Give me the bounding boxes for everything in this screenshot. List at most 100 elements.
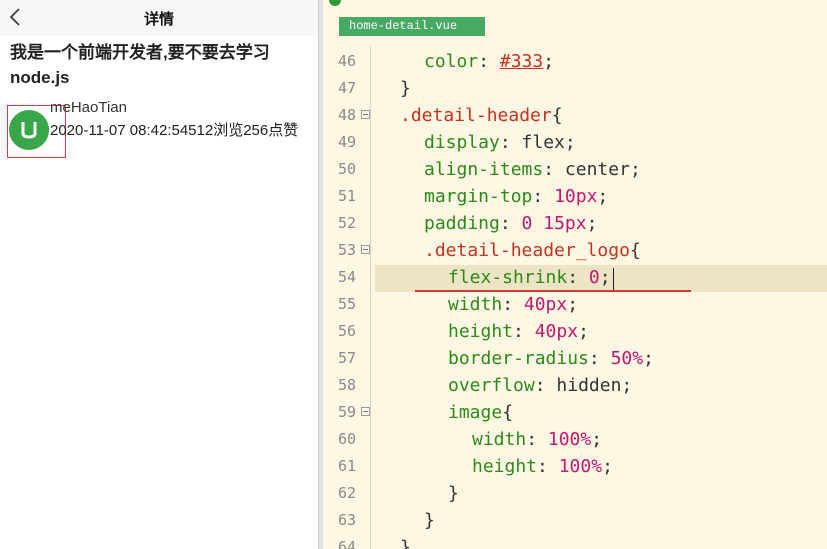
code-token: ; [602, 456, 613, 477]
code-token: width [448, 294, 503, 315]
code-text[interactable]: } [424, 507, 435, 534]
code-text[interactable]: } [400, 75, 411, 102]
code-token: ; [564, 132, 576, 153]
line-number: 55 [337, 295, 356, 313]
code-line[interactable]: 64} [323, 534, 827, 549]
code-editor[interactable]: home-detail.vue 46 color: #333; 47} 48 .deta… [323, 0, 827, 549]
fold-toggle-icon[interactable] [361, 110, 370, 119]
line-number: 58 [337, 376, 356, 394]
code-token: : [502, 294, 524, 315]
code-text[interactable]: align-items: center; [424, 156, 641, 183]
code-token: : [567, 267, 589, 288]
code-token: : [543, 159, 565, 180]
code-token: : [537, 456, 559, 477]
code-text[interactable]: } [448, 480, 459, 507]
code-token: : [513, 321, 535, 342]
code-text[interactable]: height: 100%; [472, 453, 613, 480]
code-token: : [478, 51, 500, 72]
code-line[interactable]: 60 width: 100%; [323, 426, 827, 453]
code-line[interactable]: 57 border-radius: 50%; [323, 345, 827, 372]
code-token: flex-shrink [448, 267, 568, 288]
code-token: color [424, 51, 479, 72]
code-line[interactable]: 49 display: flex; [323, 129, 827, 156]
code-line[interactable]: 62} [323, 480, 827, 507]
code-line[interactable]: 58 overflow: hidden; [323, 372, 827, 399]
code-token: flex [521, 132, 565, 153]
code-token: ; [629, 159, 641, 180]
code-token: } [424, 510, 435, 531]
code-token: { [551, 105, 563, 126]
code-text[interactable]: } [400, 534, 411, 549]
code-text[interactable]: .detail-header_logo{ [424, 237, 641, 264]
code-token: center [564, 159, 630, 180]
code-text[interactable]: border-radius: 50%; [448, 345, 654, 372]
code-token: display [424, 132, 500, 153]
code-text[interactable]: image{ [448, 399, 513, 426]
line-number: 50 [337, 160, 356, 178]
code-token: 10px [554, 186, 598, 207]
post-meta: 2020-11-07 08:42:54512浏览256点赞 [50, 122, 299, 139]
text-cursor [613, 268, 614, 290]
fold-toggle-icon[interactable] [361, 245, 370, 254]
code-token: margin-top [424, 186, 533, 207]
code-line[interactable]: 53 .detail-header_logo{ [323, 237, 827, 264]
code-token: } [448, 483, 459, 504]
line-number: 46 [337, 52, 356, 70]
code-line[interactable]: 47} [323, 75, 827, 102]
code-token: ; [578, 321, 589, 342]
code-text[interactable]: color: #333; [424, 48, 554, 75]
mobile-preview: 详情 我是一个前端开发者,要不要去学习node.js meHaoTian 202… [0, 0, 318, 549]
code-token: align-items [424, 159, 544, 180]
code-line[interactable]: 56 height: 40px; [323, 318, 827, 345]
code-text[interactable]: height: 40px; [448, 318, 589, 345]
code-token: width [472, 429, 527, 450]
file-tab[interactable]: home-detail.vue [339, 17, 485, 36]
code-line[interactable]: 55 width: 40px; [323, 291, 827, 318]
code-token: : [526, 429, 548, 450]
code-text[interactable]: margin-top: 10px; [424, 183, 608, 210]
line-number: 48 [337, 106, 356, 124]
code-token: } [400, 78, 411, 99]
red-underline-annotation [415, 290, 691, 292]
code-token: 100% [558, 456, 603, 477]
line-number: 61 [337, 457, 356, 475]
code-line[interactable]: 61 height: 100%; [323, 453, 827, 480]
code-text[interactable]: padding: 0 15px; [424, 210, 597, 237]
code-token: : [534, 375, 557, 396]
status-dot-icon [329, 0, 341, 6]
code-token: { [502, 402, 514, 423]
code-line[interactable]: 54 flex-shrink: 0; [323, 264, 827, 291]
code-line[interactable]: 63} [323, 507, 827, 534]
line-number: 57 [337, 349, 356, 367]
line-number: 62 [337, 484, 356, 502]
code-token: 15px [543, 213, 587, 234]
code-token: 40px [534, 321, 579, 342]
code-text[interactable]: flex-shrink: 0; [448, 264, 611, 291]
author-name[interactable]: meHaoTian [50, 99, 127, 117]
code-token: .detail-header [400, 105, 552, 126]
code-line[interactable]: 48 .detail-header{ [323, 102, 827, 129]
code-line[interactable]: 50 align-items: center; [323, 156, 827, 183]
code-text[interactable]: width: 100%; [472, 426, 602, 453]
code-token: : [588, 348, 611, 369]
fold-toggle-icon[interactable] [361, 407, 370, 416]
code-token: ; [643, 348, 654, 369]
code-token: 100% [547, 429, 592, 450]
line-number: 52 [337, 214, 356, 232]
line-number: 54 [337, 268, 356, 286]
code-text[interactable]: width: 40px; [448, 291, 578, 318]
code-token: ; [591, 429, 603, 450]
code-line[interactable]: 52 padding: 0 15px; [323, 210, 827, 237]
line-number: 49 [337, 133, 356, 151]
code-line[interactable]: 46 color: #333; [323, 48, 827, 75]
code-text[interactable]: overflow: hidden; [448, 372, 632, 399]
code-text[interactable]: display: flex; [424, 129, 576, 156]
line-number: 64 [337, 538, 356, 549]
code-token: padding [424, 213, 500, 234]
code-token: 0 [588, 267, 600, 288]
code-text[interactable]: .detail-header{ [400, 102, 563, 129]
code-line[interactable]: 51 margin-top: 10px; [323, 183, 827, 210]
code-line[interactable]: 59 image{ [323, 399, 827, 426]
post-title: 我是一个前端开发者,要不要去学习node.js [10, 43, 270, 87]
